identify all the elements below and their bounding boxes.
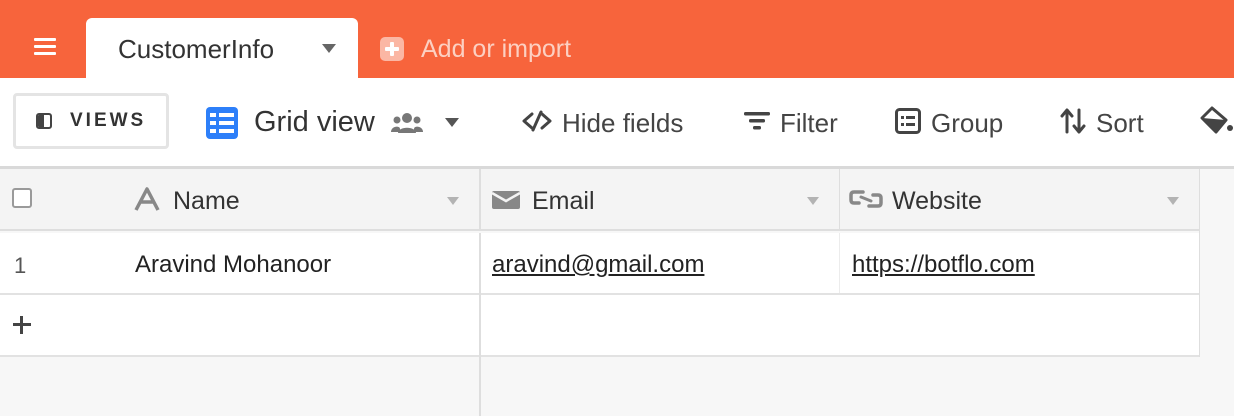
add-import-label: Add or import [421, 34, 572, 63]
hide-fields-button[interactable]: Hide fields [522, 106, 683, 140]
tab-label: CustomerInfo [118, 34, 275, 64]
column-header-label: Email [532, 187, 595, 215]
sidebar-toggle-icon [36, 113, 52, 129]
column-header-label: Name [173, 187, 240, 215]
cell-website-link[interactable]: https://botflo.com [852, 251, 1035, 279]
cell-email-link[interactable]: aravind@gmail.com [492, 251, 704, 279]
row-number: 1 [14, 253, 27, 278]
color-button[interactable] [1198, 106, 1234, 140]
sort-icon [1060, 108, 1086, 139]
hamburger-icon[interactable] [34, 38, 56, 56]
sort-button[interactable]: Sort [1060, 106, 1144, 140]
column-header-email[interactable]: Email [481, 169, 839, 229]
email-icon [491, 191, 521, 214]
top-bar: CustomerInfo Add or import [0, 0, 1234, 78]
tab-customerinfo[interactable]: CustomerInfo [86, 18, 358, 78]
add-row-button[interactable] [0, 295, 1199, 357]
people-icon [390, 111, 423, 135]
views-label: VIEWS [70, 110, 147, 131]
plus-icon [380, 37, 404, 61]
column-header-name[interactable]: Name [0, 169, 479, 229]
view-name: Grid view [254, 106, 375, 138]
chevron-down-icon[interactable] [444, 118, 459, 127]
filter-label: Filter [780, 107, 838, 138]
link-icon [849, 187, 883, 216]
table-row[interactable]: 1 Aravind Mohanoor aravind@gmail.com htt… [0, 233, 1199, 295]
group-label: Group [931, 107, 1004, 138]
filter-icon [744, 110, 770, 137]
plus-icon [13, 316, 31, 334]
cell-name[interactable]: Aravind Mohanoor [135, 251, 331, 279]
column-header-label: Website [892, 187, 982, 215]
filter-button[interactable]: Filter [744, 106, 838, 140]
chevron-down-icon[interactable] [1167, 197, 1179, 205]
group-icon [895, 107, 921, 139]
chevron-down-icon[interactable] [447, 197, 459, 205]
grid-icon [206, 106, 238, 139]
paint-bucket-icon [1198, 106, 1234, 141]
group-button[interactable]: Group [895, 106, 1003, 140]
text-field-icon [134, 187, 160, 216]
sort-label: Sort [1096, 107, 1144, 138]
chevron-down-icon[interactable] [807, 197, 819, 205]
add-or-import-button[interactable]: Add or import [380, 34, 571, 64]
column-header-website[interactable]: Website [840, 169, 1199, 229]
hide-fields-label: Hide fields [562, 107, 684, 138]
eye-slash-icon [522, 110, 552, 137]
view-toolbar: VIEWS Grid view Hide fields Filter Group… [0, 78, 1234, 166]
grid-view-switcher[interactable]: Grid view [206, 106, 459, 139]
chevron-down-icon[interactable] [322, 44, 336, 53]
grid-header-row: Name Email Website [0, 169, 1199, 231]
views-button[interactable]: VIEWS [13, 93, 169, 149]
